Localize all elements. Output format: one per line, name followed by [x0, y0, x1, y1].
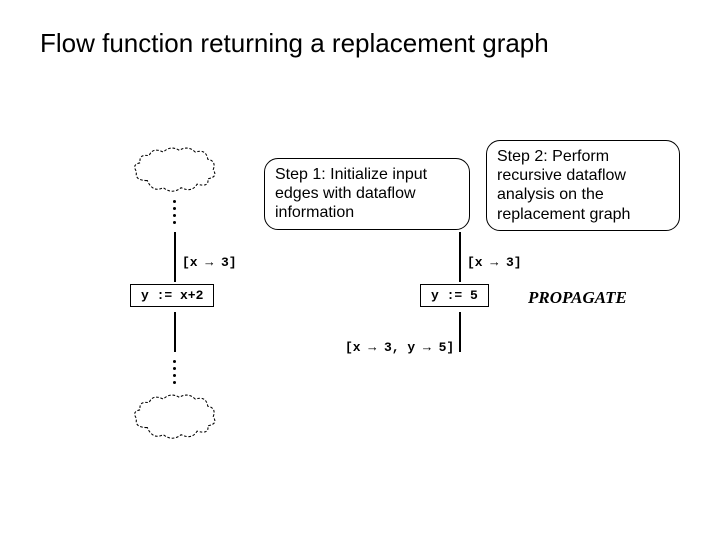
edge-in-right [459, 232, 461, 282]
edge-label-right-out: [x → 3, y → 5] [345, 340, 454, 355]
dotted-edge-top [173, 196, 175, 226]
step2-text: Step 2: Perform recursive dataflow analy… [497, 148, 630, 223]
step2-callout: Step 2: Perform recursive dataflow analy… [486, 140, 680, 231]
propagate-label: PROPAGATE [528, 288, 627, 308]
edge-label-right-in: [x → 3] [467, 255, 522, 270]
node-left: y := x+2 [130, 284, 214, 307]
cloud-bottom-icon [128, 392, 220, 440]
step1-callout: Step 1: Initialize input edges with data… [264, 158, 470, 230]
node-right: y := 5 [420, 284, 489, 307]
step1-text: Step 1: Initialize input edges with data… [275, 166, 427, 221]
edge-in-left [174, 232, 176, 282]
dotted-edge-bottom [173, 356, 175, 386]
cloud-top-icon [128, 145, 220, 193]
edge-label-left-in: [x → 3] [182, 255, 237, 270]
slide: Flow function returning a replacement gr… [0, 0, 720, 540]
edge-out-right [459, 312, 461, 352]
edge-out-left [174, 312, 176, 352]
slide-title: Flow function returning a replacement gr… [40, 28, 549, 59]
